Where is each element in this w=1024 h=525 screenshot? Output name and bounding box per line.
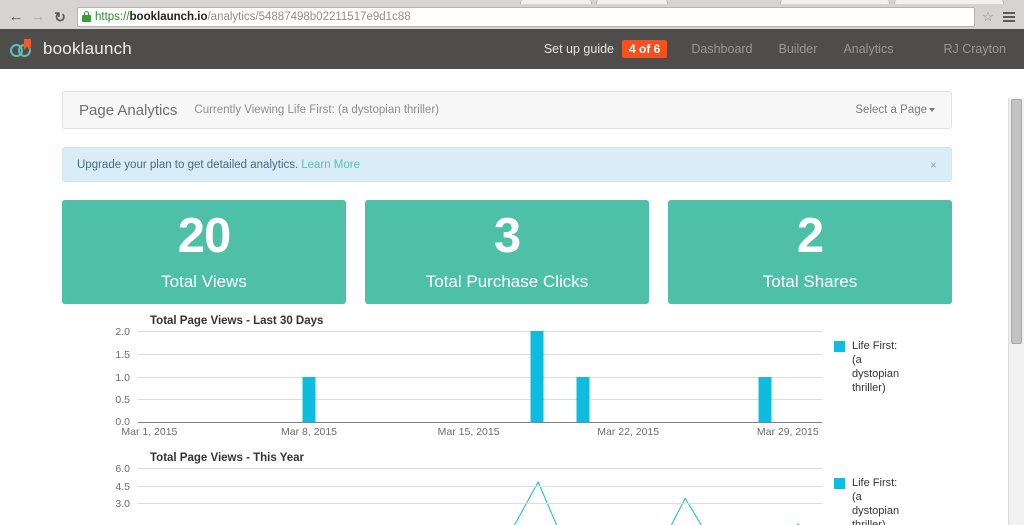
nav-link-analytics[interactable]: Analytics bbox=[843, 42, 893, 56]
y-axis-tick: 0.5 bbox=[115, 394, 130, 407]
browser-tab[interactable] bbox=[520, 0, 592, 4]
plot-area: 0.0 0.5 1.0 1.5 2.0 Mar 1, 2015 Mar 8, 2015 Mar… bbox=[115, 326, 822, 438]
x-axis-tick: Mar 1, 2015 bbox=[121, 426, 178, 438]
stat-label: Total Shares bbox=[762, 272, 858, 291]
bar[interactable] bbox=[576, 376, 590, 422]
hamburger-menu-icon[interactable] bbox=[999, 6, 1019, 28]
select-a-page-dropdown[interactable]: Select a Page bbox=[855, 104, 935, 116]
setup-guide-label: Set up guide bbox=[543, 42, 615, 56]
brand-logo[interactable]: booklaunch bbox=[10, 39, 132, 59]
browser-tab[interactable] bbox=[596, 0, 668, 4]
gridline: 6.0 bbox=[115, 463, 822, 475]
nav-link-builder[interactable]: Builder bbox=[779, 42, 818, 56]
star-icon[interactable]: ☆ bbox=[979, 7, 997, 27]
stat-card-total-shares: 2 Total Shares bbox=[668, 200, 952, 304]
stats-row: 20 Total Views 3 Total Purchase Clicks 2… bbox=[62, 200, 952, 304]
nav-link-dashboard[interactable]: Dashboard bbox=[691, 42, 752, 56]
back-arrow-icon[interactable]: ← bbox=[5, 6, 27, 28]
stat-value: 20 bbox=[177, 209, 232, 263]
chart-this-year: Total Page Views - This Year 3.0 4.5 6.0 L… bbox=[62, 452, 952, 525]
learn-more-link[interactable]: Learn More bbox=[301, 159, 360, 171]
chart-title: Total Page Views - This Year bbox=[150, 452, 305, 464]
x-axis-tick: Mar 29, 2015 bbox=[756, 426, 819, 438]
page-title: Page Analytics bbox=[79, 101, 178, 119]
chart-legend: Life First: (a dystopian thriller) bbox=[834, 476, 952, 525]
upgrade-alert-text: Upgrade your plan to get detailed analyt… bbox=[77, 158, 299, 171]
close-icon[interactable]: × bbox=[930, 158, 937, 172]
url-path: /analytics/54887498b02211517e9d1c88 bbox=[207, 10, 411, 23]
chevron-down-icon bbox=[929, 107, 935, 112]
lock-icon bbox=[82, 11, 91, 22]
x-axis-tick: Mar 22, 2015 bbox=[597, 426, 660, 438]
chart-canvas: 0.0 0.5 1.0 1.5 2.0 Mar 1, 2015 Mar 8, 2015 Mar… bbox=[88, 326, 952, 441]
gridline: 4.5 bbox=[115, 481, 822, 493]
brand-name: booklaunch bbox=[43, 39, 132, 58]
stat-card-total-views: 20 Total Views bbox=[62, 200, 346, 304]
line-series bbox=[138, 468, 822, 525]
nav-link-user-menu[interactable]: RJ Crayton bbox=[943, 42, 1006, 56]
chart-canvas: 3.0 4.5 6.0 Life First: (a dystopian thril… bbox=[88, 463, 952, 525]
upgrade-alert: Upgrade your plan to get detailed analyt… bbox=[62, 147, 952, 182]
gridline: 1.5 bbox=[115, 349, 822, 361]
y-axis-tick: 2.0 bbox=[115, 326, 130, 338]
legend-label: Life First: (a dystopian thriller) bbox=[852, 477, 900, 525]
setup-guide-button[interactable]: Set up guide 4 of 6 bbox=[544, 40, 668, 58]
y-axis-tick: 1.5 bbox=[115, 348, 130, 361]
current-page-subtitle: Currently Viewing Life First: (a dystopi… bbox=[194, 104, 439, 116]
legend-swatch bbox=[834, 341, 845, 352]
browser-tab[interactable] bbox=[780, 0, 890, 4]
vertical-scrollbar[interactable] bbox=[1008, 98, 1024, 525]
setup-guide-badge: 4 of 6 bbox=[622, 40, 668, 58]
x-axis-tick: Mar 8, 2015 bbox=[280, 426, 338, 438]
analytics-content: Page Analytics Currently Viewing Life Fi… bbox=[62, 69, 952, 525]
bar[interactable] bbox=[302, 376, 316, 422]
chart-last-30-days: Total Page Views - Last 30 Days 0.0 0.5 1.… bbox=[62, 315, 952, 441]
browser-toolbar: ← → ↻ https://booklaunch.io/analytics/54… bbox=[0, 4, 1024, 29]
browser-tabstrip bbox=[0, 0, 1024, 4]
bar[interactable] bbox=[530, 331, 544, 422]
x-axis-tick: Mar 15, 2015 bbox=[437, 426, 500, 438]
reload-icon[interactable]: ↻ bbox=[49, 6, 71, 28]
y-axis-tick: 6.0 bbox=[115, 463, 130, 475]
chart-legend: Life First: (a dystopian thriller) bbox=[834, 339, 952, 395]
gridline: 3.0 bbox=[115, 498, 822, 510]
select-a-page-label: Select a Page bbox=[855, 104, 927, 116]
bar[interactable] bbox=[758, 376, 772, 422]
url-host: booklaunch.io bbox=[129, 10, 208, 23]
y-axis-tick: 4.5 bbox=[115, 480, 130, 493]
legend-swatch bbox=[834, 478, 845, 489]
browser-tab[interactable] bbox=[894, 0, 1004, 4]
url-text: https://booklaunch.io/analytics/54887498… bbox=[95, 8, 411, 26]
gridline: 1.0 bbox=[115, 372, 822, 384]
stat-label: Total Purchase Clicks bbox=[425, 272, 589, 291]
url-scheme: https:// bbox=[95, 10, 130, 23]
app-navbar: booklaunch Set up guide 4 of 6 Dashboard… bbox=[0, 29, 1024, 69]
navbar-right: Set up guide 4 of 6 Dashboard Builder An… bbox=[544, 40, 1006, 58]
y-axis-tick: 3.0 bbox=[115, 498, 130, 510]
chart-title: Total Page Views - Last 30 Days bbox=[150, 315, 324, 327]
stat-card-total-purchase-clicks: 3 Total Purchase Clicks bbox=[365, 200, 649, 304]
page-header-panel: Page Analytics Currently Viewing Life Fi… bbox=[62, 91, 952, 129]
gridline: 2.0 bbox=[115, 326, 822, 338]
legend-label: Life First: (a dystopian thriller) bbox=[852, 340, 900, 395]
plot-area: 3.0 4.5 6.0 bbox=[115, 463, 822, 525]
address-bar[interactable]: https://booklaunch.io/analytics/54887498… bbox=[77, 6, 975, 27]
y-axis-tick: 1.0 bbox=[115, 371, 130, 384]
stat-value: 3 bbox=[493, 209, 521, 263]
stat-value: 2 bbox=[796, 209, 824, 263]
page-body: Page Analytics Currently Viewing Life Fi… bbox=[0, 69, 1024, 525]
forward-arrow-icon[interactable]: → bbox=[27, 6, 49, 28]
gridline: 0.5 bbox=[115, 394, 822, 406]
scrollbar-thumb[interactable] bbox=[1011, 99, 1022, 344]
booklaunch-logo-icon bbox=[10, 39, 36, 59]
stat-label: Total Views bbox=[161, 272, 247, 291]
browser-chrome: ← → ↻ https://booklaunch.io/analytics/54… bbox=[0, 0, 1024, 29]
